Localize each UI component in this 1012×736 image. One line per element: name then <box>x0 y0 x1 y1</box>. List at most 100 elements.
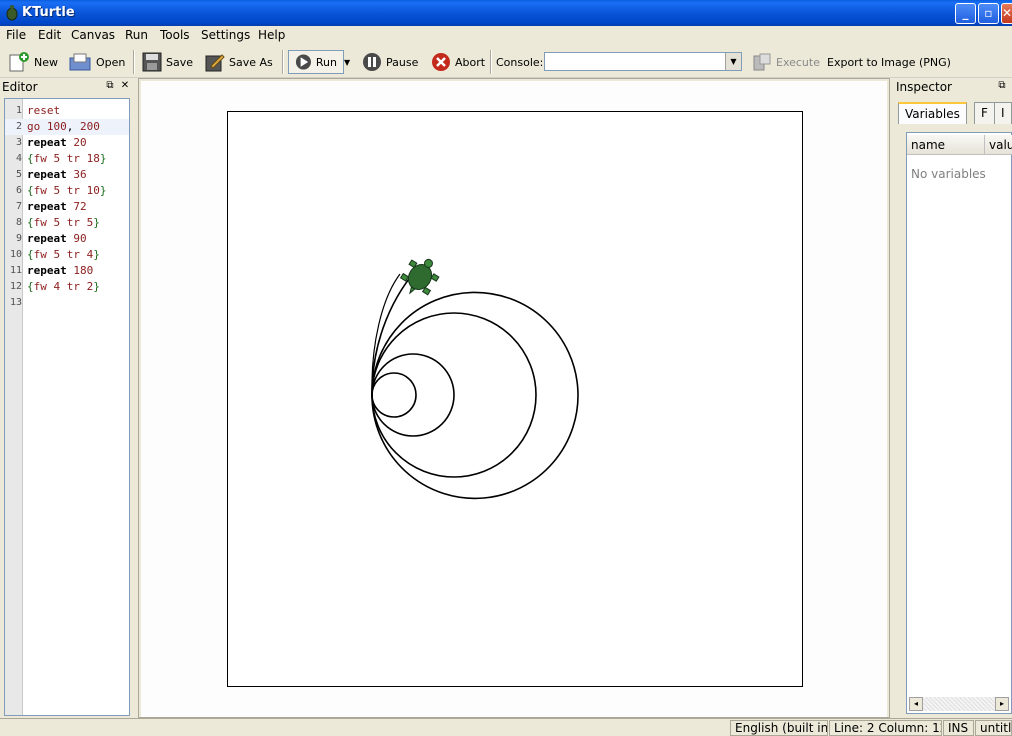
code-text: repeat 90 <box>27 232 87 245</box>
close-panel-icon[interactable]: ✕ <box>119 80 131 92</box>
menu-bar: File Edit Canvas Run Tools Settings Help <box>0 26 1012 46</box>
code-text: go 100, 200 <box>27 120 100 133</box>
run-button[interactable]: Run <box>288 50 344 74</box>
menu-file[interactable]: File <box>6 28 26 42</box>
line-number: 9 <box>15 233 22 244</box>
pause-button[interactable]: Pause <box>362 50 418 74</box>
line-number: 4 <box>15 153 22 164</box>
menu-help[interactable]: Help <box>258 28 285 42</box>
line-number: 1 <box>15 105 22 116</box>
code-text: repeat 180 <box>27 264 94 277</box>
execute-button[interactable]: Execute <box>752 50 820 74</box>
abort-button[interactable]: Abort <box>431 50 485 74</box>
open-label: Open <box>96 55 126 69</box>
code-line[interactable]: 6 {fw 5 tr 10} <box>5 183 129 199</box>
column-value[interactable]: valu <box>985 135 1012 155</box>
line-number: 11 <box>9 265 22 276</box>
drawing <box>371 258 579 500</box>
variables-table: name valu No variables ◂ ▸ <box>906 132 1012 714</box>
execute-label: Execute <box>776 55 820 69</box>
run-play-icon <box>295 54 311 70</box>
turtle-app-icon <box>6 5 18 21</box>
save-label: Save <box>166 55 194 69</box>
code-line[interactable]: 1 reset <box>5 103 129 119</box>
window-title: KTurtle <box>22 5 75 20</box>
code-line[interactable]: 11 repeat 180 <box>5 263 129 279</box>
status-language: English (built in) <box>730 720 828 736</box>
turtle-icon <box>399 258 440 296</box>
export-png-button[interactable]: Export to Image (PNG) <box>827 50 951 74</box>
code-line[interactable]: 7 repeat 72 <box>5 199 129 215</box>
close-button[interactable]: ✕ <box>1001 3 1012 24</box>
code-text: {fw 5 tr 10} <box>27 184 107 197</box>
code-editor[interactable]: 1 reset 2 go 100, 200 3 repeat 20 4 {fw 5 tr 18… <box>4 98 130 716</box>
title-bar: KTurtle _ ▫ ✕ <box>0 0 1012 26</box>
code-line[interactable]: 2 go 100, 200 <box>5 119 129 135</box>
abort-stop-icon <box>432 53 450 71</box>
save-disk-icon <box>142 52 162 72</box>
console-label: Console: <box>496 55 544 69</box>
code-line[interactable]: 4 {fw 5 tr 18} <box>5 151 129 167</box>
empty-message: No variables <box>911 167 986 181</box>
inspector-title: Inspector <box>896 80 952 94</box>
tab-functions[interactable]: F <box>974 102 995 124</box>
new-file-icon <box>9 52 29 72</box>
inspector-panel: Inspector ⧉ Variables F I name valu No v… <box>894 78 1012 718</box>
turtle-canvas[interactable] <box>227 111 803 687</box>
line-number: 7 <box>15 201 22 212</box>
save-button[interactable]: Save <box>142 50 193 74</box>
console-input[interactable]: ▼ <box>544 52 742 71</box>
code-line[interactable]: 13 <box>5 295 129 311</box>
circle-2 <box>371 353 455 437</box>
status-bar: English (built in) Line: 2 Column: 12 IN… <box>0 718 1012 736</box>
run-speed-dropdown[interactable]: ▼ <box>344 50 356 74</box>
toolbar-separator <box>133 50 135 74</box>
line-number: 13 <box>9 297 22 308</box>
code-line[interactable]: 5 repeat 36 <box>5 167 129 183</box>
console-dropdown-arrow[interactable]: ▼ <box>725 53 741 70</box>
menu-tools[interactable]: Tools <box>160 28 190 42</box>
column-name[interactable]: name <box>907 135 985 155</box>
tab-variables[interactable]: Variables <box>898 102 967 124</box>
toolbar-separator <box>282 50 284 74</box>
maximize-button[interactable]: ▫ <box>978 3 999 24</box>
code-line[interactable]: 9 repeat 90 <box>5 231 129 247</box>
scroll-left-icon[interactable]: ◂ <box>909 697 923 711</box>
save-as-button[interactable]: Save As <box>205 50 273 74</box>
canvas-view <box>138 78 890 718</box>
menu-settings[interactable]: Settings <box>201 28 250 42</box>
new-label: New <box>34 55 58 69</box>
line-number: 2 <box>15 121 22 132</box>
code-text: repeat 72 <box>27 200 87 213</box>
line-number: 10 <box>9 249 22 260</box>
status-filename: untitle <box>975 720 1012 736</box>
line-number: 8 <box>15 217 22 228</box>
line-number: 5 <box>15 169 22 180</box>
status-insert-mode: INS <box>943 720 974 736</box>
code-line[interactable]: 10 {fw 5 tr 4} <box>5 247 129 263</box>
menu-edit[interactable]: Edit <box>38 28 61 42</box>
scroll-right-icon[interactable]: ▸ <box>995 697 1009 711</box>
abort-label: Abort <box>455 55 486 69</box>
float-panel-icon[interactable]: ⧉ <box>996 80 1008 92</box>
open-button[interactable]: Open <box>68 50 125 74</box>
circle-4 <box>371 291 579 500</box>
tab-tree[interactable]: I <box>994 102 1012 124</box>
code-text: {fw 5 tr 18} <box>27 152 107 165</box>
code-line[interactable]: 3 repeat 20 <box>5 135 129 151</box>
code-text: reset <box>27 104 61 117</box>
code-text: repeat 36 <box>27 168 87 181</box>
menu-run[interactable]: Run <box>125 28 148 42</box>
menu-canvas[interactable]: Canvas <box>71 28 115 42</box>
float-panel-icon[interactable]: ⧉ <box>104 80 116 92</box>
code-line[interactable]: 8 {fw 5 tr 5} <box>5 215 129 231</box>
code-text: {fw 5 tr 5} <box>27 216 100 229</box>
minimize-button[interactable]: _ <box>955 3 976 24</box>
line-number: 3 <box>15 137 22 148</box>
toolbar-separator <box>490 50 492 74</box>
code-text: {fw 5 tr 4} <box>27 248 100 261</box>
new-button[interactable]: New <box>8 50 58 74</box>
horizontal-scrollbar[interactable]: ◂ ▸ <box>909 697 1009 711</box>
code-text: {fw 4 tr 2} <box>27 280 100 293</box>
code-line[interactable]: 12 {fw 4 tr 2} <box>5 279 129 295</box>
